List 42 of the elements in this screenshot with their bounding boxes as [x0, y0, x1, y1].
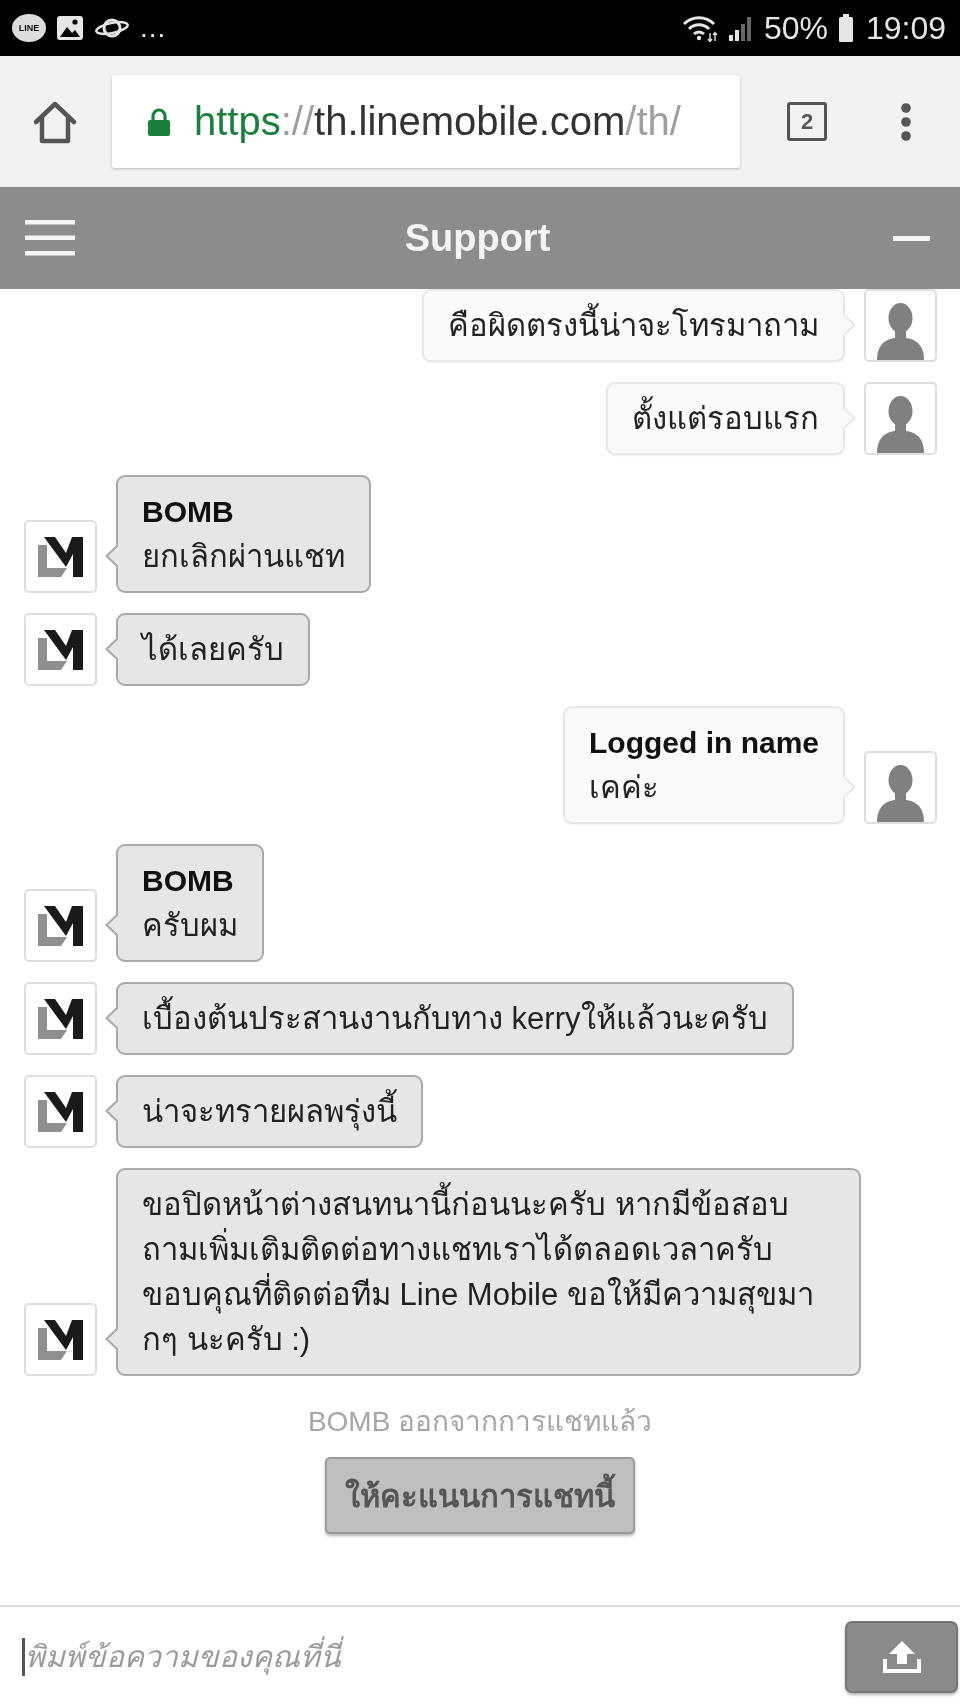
address-bar[interactable]: https://th.linemobile.com/th/ [112, 75, 740, 168]
message-text: ยกเลิกผ่านแชท [142, 538, 345, 576]
lock-icon [148, 107, 170, 136]
upload-button[interactable] [845, 1620, 958, 1693]
logo-avatar-icon [24, 982, 97, 1055]
sender-name: Logged in name [589, 725, 819, 761]
menu-icon[interactable] [25, 220, 75, 256]
message-text: คือผิดตรงนี้น่าจะโทรมาถาม [448, 303, 819, 348]
url-text: https://th.linemobile.com/th/ [194, 99, 681, 144]
battery-icon [837, 14, 854, 42]
logo-avatar-icon [24, 1303, 97, 1376]
more-options-icon[interactable] [900, 101, 912, 142]
battery-percentage: 50% [763, 10, 828, 46]
message-text: ครับผม [142, 907, 238, 945]
image-icon [56, 15, 84, 41]
rate-chat-button[interactable]: ให้คะแนนการแชทนี้ [325, 1457, 635, 1534]
logo-avatar-icon [24, 613, 97, 686]
app-logo: LINE [12, 14, 46, 42]
logo-avatar-icon [24, 520, 97, 593]
message-text: ได้เลยครับ [142, 631, 284, 669]
message-text: น่าจะทรายผลพรุ่งนี้ [142, 1089, 397, 1134]
logo-avatar-icon [24, 1075, 97, 1148]
sender-name: BOMB [142, 863, 235, 899]
person-avatar-icon [864, 751, 937, 824]
text-cursor-icon [22, 1637, 25, 1676]
message-input[interactable]: พิมพ์ข้อความของคุณที่นี่ [25, 1631, 835, 1682]
message-text: เคค่ะ [589, 769, 660, 807]
signal-icon [727, 15, 754, 41]
message-text: ตั้งแต่รอบแรก [632, 396, 819, 441]
tab-switcher-button[interactable]: 2 [787, 102, 827, 141]
message-text: ขอปิดหน้าต่างสนทนานี้ก่อนนะครับ หากมีข้อสอบถามเพิ่มเติมติดต่อทางแชทเราได้ตลอดเวลาครับ ขอบคุณที่ติดต่อทีม Line Mobile ขอให้มีความสุขมากๆ นะครับ :) [142, 1182, 835, 1362]
more-notifications-text: ... [140, 14, 167, 42]
sender-name: BOMB [142, 494, 235, 530]
person-avatar-icon [864, 382, 937, 455]
minimize-icon[interactable] [893, 235, 930, 241]
logo-avatar-icon [24, 889, 97, 962]
wifi-icon [681, 14, 718, 42]
upload-icon [881, 1639, 922, 1674]
message-text: เบื้องต้นประสานงานกับทาง kerryให้แล้วนะครับ [142, 996, 768, 1041]
clock-time: 19:09 [865, 10, 946, 46]
page-title: Support [404, 216, 551, 260]
system-message: BOMB ออกจากการแชทแล้ว [307, 1405, 653, 1439]
